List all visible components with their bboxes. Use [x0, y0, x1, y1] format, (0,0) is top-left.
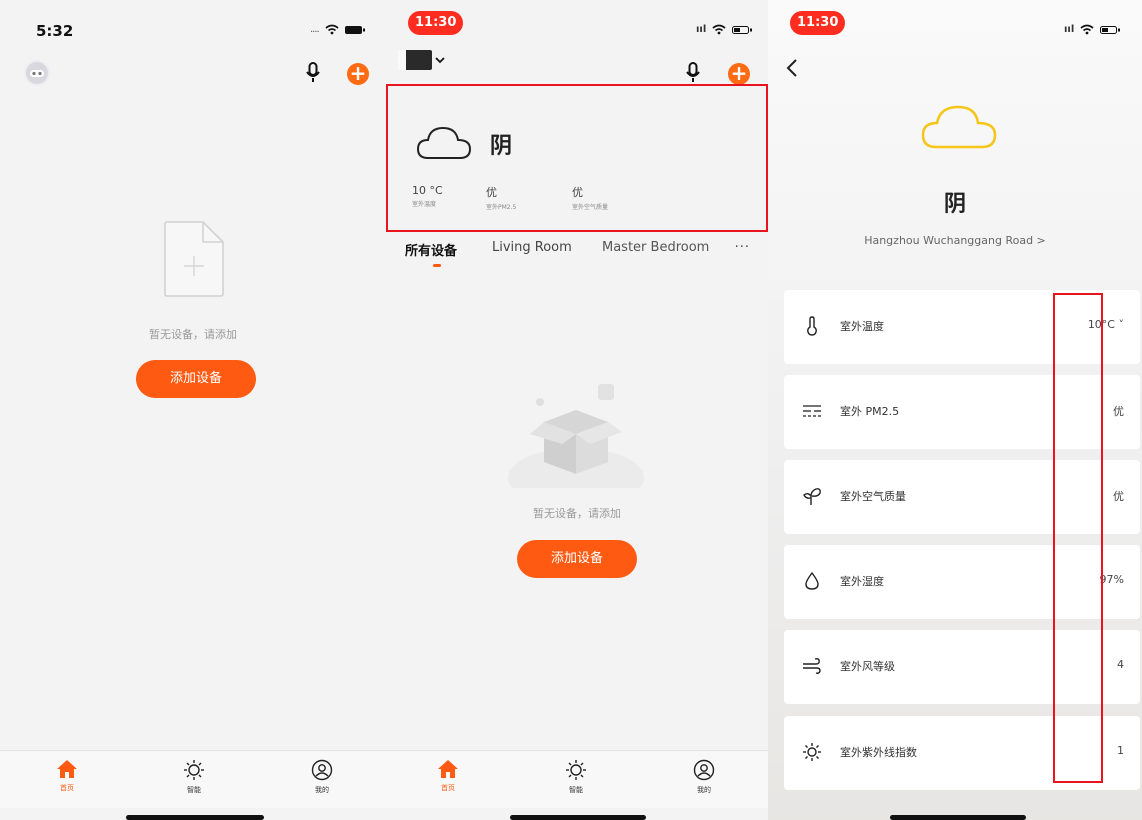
- tab-me-label: 我的: [697, 786, 711, 794]
- sun-icon: [184, 760, 204, 780]
- row-value: 优: [1113, 490, 1124, 503]
- battery-icon: [732, 25, 753, 34]
- signal-icon: ııl: [1064, 24, 1075, 35]
- highlight-box-values: [1053, 293, 1103, 783]
- tab-me[interactable]: 我的: [684, 759, 724, 795]
- add-device-button[interactable]: 添加设备: [517, 540, 637, 578]
- location-link[interactable]: Hangzhou Wuchanggang Road >: [768, 234, 1142, 247]
- row-label: 室外空气质量: [840, 490, 906, 503]
- status-time: 11:30: [408, 11, 464, 35]
- row-value: 1: [1117, 744, 1124, 757]
- room-tab-indicator: [433, 264, 441, 267]
- home-thumbnail: [398, 50, 432, 70]
- home-screen-empty: 5:32 .... + 暂无设备，请添加 添加设备 首页 智能 我的: [0, 0, 386, 820]
- user-icon: [693, 759, 715, 781]
- wifi-icon: [1080, 24, 1094, 35]
- tab-home-label: 首页: [441, 784, 455, 792]
- row-value: 优: [1113, 405, 1124, 418]
- row-value: 97%: [1099, 573, 1124, 586]
- tab-me-label: 我的: [315, 786, 329, 794]
- sun-icon: [566, 760, 586, 780]
- droplet-icon: [805, 571, 819, 590]
- status-icons: ııl: [696, 24, 753, 35]
- row-label: 室外温度: [840, 320, 884, 333]
- cloud-icon: [921, 105, 997, 149]
- battery-icon: [344, 25, 365, 34]
- status-icons: ....: [310, 24, 365, 35]
- status-icons: ııl: [1064, 24, 1121, 35]
- tab-home-label: 首页: [60, 784, 74, 792]
- chevron-down-icon: [435, 57, 445, 64]
- room-tabs: 所有设备 Living Room Master Bedroom: [386, 240, 768, 270]
- row-value: 4: [1117, 658, 1124, 671]
- signal-icon: ....: [310, 24, 320, 35]
- tab-home[interactable]: 首页: [428, 759, 468, 793]
- add-plus-button[interactable]: +: [347, 63, 369, 85]
- user-icon: [311, 759, 333, 781]
- pm25-icon: [803, 405, 821, 417]
- battery-icon: [1100, 25, 1121, 34]
- home-indicator: [126, 815, 264, 820]
- status-time: 11:30: [790, 11, 846, 35]
- sprout-icon: [803, 488, 821, 505]
- row-label: 室外风等级: [840, 660, 895, 673]
- home-selector[interactable]: [398, 50, 446, 70]
- add-plus-button[interactable]: +: [728, 63, 750, 85]
- sun-icon: [803, 743, 821, 761]
- microphone-icon[interactable]: [686, 62, 700, 84]
- tab-me[interactable]: 我的: [302, 759, 342, 795]
- wind-icon: [803, 657, 821, 674]
- more-rooms-button[interactable]: ···: [735, 240, 750, 255]
- empty-state-text: 暂无设备，请添加: [149, 328, 237, 341]
- signal-icon: ııl: [696, 24, 707, 35]
- microphone-icon[interactable]: [306, 62, 320, 84]
- wifi-icon: [325, 24, 339, 35]
- weather-detail-screen: 11:30 ııl 阴 Hangzhou Wuchanggang Road > …: [768, 0, 1142, 820]
- room-tab-master-bedroom[interactable]: Master Bedroom: [602, 240, 722, 255]
- empty-box-illustration: [508, 384, 644, 488]
- home-icon: [57, 760, 77, 778]
- highlight-box-weather: [386, 84, 768, 232]
- status-time: 5:32: [36, 22, 74, 40]
- app-screenshots: 5:32 .... + 暂无设备，请添加 添加设备 首页 智能 我的 11:30…: [0, 0, 1142, 820]
- row-label: 室外紫外线指数: [840, 746, 917, 759]
- home-indicator: [890, 815, 1026, 820]
- wifi-icon: [712, 24, 726, 35]
- avatar-face-icon: [30, 70, 44, 77]
- tab-home[interactable]: 首页: [47, 759, 87, 793]
- home-icon: [438, 760, 458, 778]
- home-indicator: [510, 815, 646, 820]
- back-chevron-icon[interactable]: [786, 58, 798, 78]
- empty-document-icon: [164, 221, 224, 297]
- room-tab-living-room[interactable]: Living Room: [492, 240, 572, 255]
- bottom-tab-bar: 首页 智能 我的: [386, 750, 768, 808]
- empty-state-text: 暂无设备，请添加: [533, 507, 621, 520]
- tab-smart[interactable]: 智能: [556, 759, 596, 795]
- status-bar: 5:32 ....: [0, 0, 386, 58]
- tab-smart-label: 智能: [187, 786, 201, 794]
- status-bar: 11:30 ııl: [768, 0, 1142, 58]
- tab-smart-label: 智能: [569, 786, 583, 794]
- room-tab-all[interactable]: 所有设备: [405, 240, 457, 259]
- row-label: 室外湿度: [840, 575, 884, 588]
- tab-smart[interactable]: 智能: [174, 759, 214, 795]
- thermometer-icon: [807, 316, 817, 336]
- bottom-tab-bar: 首页 智能 我的: [0, 750, 386, 808]
- add-device-button[interactable]: 添加设备: [136, 360, 256, 398]
- row-label: 室外 PM2.5: [840, 405, 900, 418]
- home-screen-weather: 11:30 ııl + 阴 10 °C 室外温度 优 室外PM2.5 优 室外空…: [386, 0, 768, 820]
- weather-condition: 阴: [943, 192, 966, 217]
- avatar[interactable]: [24, 60, 50, 86]
